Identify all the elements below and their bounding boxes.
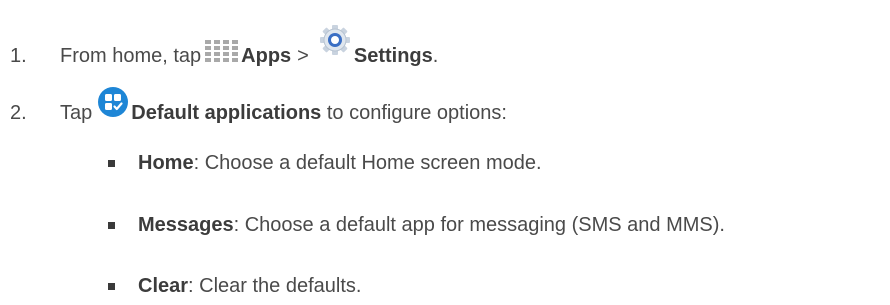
step-2: 2. Tap Default applications to configure…: [10, 87, 507, 125]
option-name: Clear: [138, 275, 189, 297]
step-text: Tap: [60, 102, 93, 124]
bullet-marker: [108, 221, 115, 229]
option-description: : Choose a default app for messaging (SM…: [233, 214, 725, 236]
step-number: 1.: [10, 45, 27, 67]
default-applications-icon: [98, 87, 129, 123]
settings-gear-icon: [319, 24, 351, 62]
step-number: 2.: [10, 102, 27, 124]
list-item: Clear : Clear the defaults.: [108, 274, 361, 298]
option-description: : Choose a default Home screen mode.: [193, 152, 542, 174]
option-name: Messages: [138, 214, 234, 236]
option-name: Home: [138, 152, 194, 174]
step-text-end: to configure options:: [321, 102, 507, 124]
apps-grid-icon: [205, 40, 239, 68]
settings-label: Settings: [353, 45, 433, 67]
apps-label: Apps: [241, 45, 292, 67]
default-applications-label: Default applications: [131, 102, 322, 124]
bullet-marker: [108, 159, 115, 167]
option-description: : Clear the defaults.: [188, 275, 362, 297]
list-item: Home : Choose a default Home screen mode…: [108, 151, 542, 175]
list-item: Messages : Choose a default app for mess…: [108, 213, 725, 237]
step-text: From home, tap: [60, 45, 202, 67]
step-text-end: .: [432, 45, 439, 67]
step-1: 1. From home, tap Apps > Settings .: [10, 24, 438, 68]
separator: >: [297, 45, 309, 67]
bullet-marker: [108, 282, 115, 290]
